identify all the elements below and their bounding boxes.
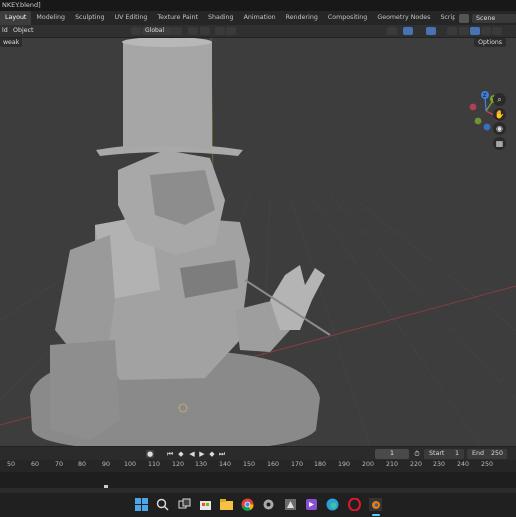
ruler-tick: 190 xyxy=(337,461,351,468)
play-icon[interactable]: ▶ xyxy=(198,450,206,458)
tab-shading[interactable]: Shading xyxy=(203,11,239,25)
scene-icon xyxy=(459,13,469,23)
timeline-header: ● ⏮ ◆ ◀ ▶ ◆ ⏭ 1 ⏱ Start 1 End 250 xyxy=(0,446,516,461)
current-frame-field[interactable]: 1 xyxy=(375,449,409,459)
viewport-scene xyxy=(0,37,516,446)
workspace-tabbar: Layout Modeling Sculpting UV Editing Tex… xyxy=(0,11,516,25)
show-gizmo-icon[interactable] xyxy=(403,27,413,35)
transform-orientation-icon[interactable] xyxy=(131,27,141,35)
jump-start-icon[interactable]: ⏮ xyxy=(166,450,174,458)
window-title: NKEY.blend] xyxy=(0,0,516,11)
ruler-tick: 230 xyxy=(432,461,446,468)
end-frame-field[interactable]: End 250 xyxy=(467,449,507,459)
opera-icon[interactable] xyxy=(348,498,361,511)
grid-view-icon[interactable]: ▦ xyxy=(493,137,506,150)
tab-modeling[interactable]: Modeling xyxy=(31,11,70,25)
tab-animation[interactable]: Animation xyxy=(239,11,281,25)
proportional-edit-icon[interactable] xyxy=(215,27,225,35)
model-left-hand xyxy=(50,340,120,440)
ruler-tick: 90 xyxy=(101,461,111,468)
visual-studio-icon[interactable] xyxy=(305,498,318,511)
end-label: End xyxy=(472,450,484,457)
hand-pan-icon[interactable]: ✋ xyxy=(493,108,506,121)
snap-toggle-icon[interactable] xyxy=(188,27,198,35)
ruler-tick: 60 xyxy=(30,461,40,468)
material-shading-icon[interactable] xyxy=(481,27,491,35)
edge-icon[interactable] xyxy=(326,498,339,511)
rendered-shading-icon[interactable] xyxy=(492,27,502,35)
file-explorer-icon[interactable] xyxy=(220,498,233,511)
ruler-tick: 80 xyxy=(77,461,87,468)
stopwatch-icon[interactable]: ⏱ xyxy=(413,450,421,458)
ruler-tick: 250 xyxy=(480,461,494,468)
start-label: Start xyxy=(429,450,445,457)
orientation-dropdown[interactable]: Global xyxy=(142,27,172,35)
blender-icon[interactable] xyxy=(369,498,382,511)
model-right-hand xyxy=(270,265,325,330)
ruler-tick: 70 xyxy=(54,461,64,468)
viewport-options-row: weak Options xyxy=(0,38,516,48)
ruler-tick: 140 xyxy=(218,461,232,468)
scene-selector[interactable]: Scene xyxy=(455,11,516,25)
tab-compositing[interactable]: Compositing xyxy=(323,11,372,25)
prev-keyframe-icon[interactable]: ◆ xyxy=(177,450,185,458)
next-keyframe-icon[interactable]: ◆ xyxy=(208,450,216,458)
snap-target-icon[interactable] xyxy=(200,27,210,35)
frame-ruler[interactable]: 50 60 70 80 90 100 110 120 130 140 150 1… xyxy=(0,460,516,472)
tab-uv-editing[interactable]: UV Editing xyxy=(109,11,152,25)
snap-mode-dropdown[interactable]: weak xyxy=(0,38,23,47)
tab-sculpting[interactable]: Sculpting xyxy=(70,11,109,25)
ruler-tick: 210 xyxy=(385,461,399,468)
task-view-icon[interactable] xyxy=(178,498,191,511)
ruler-tick: 170 xyxy=(290,461,304,468)
falloff-icon[interactable] xyxy=(226,27,236,35)
add-menu[interactable]: ld xyxy=(2,25,8,37)
ruler-tick: 200 xyxy=(361,461,375,468)
jump-end-icon[interactable]: ⏭ xyxy=(218,450,226,458)
app-icon[interactable] xyxy=(284,498,297,511)
tab-rendering[interactable]: Rendering xyxy=(281,11,323,25)
start-value: 1 xyxy=(454,450,459,457)
tab-layout[interactable]: Layout xyxy=(0,11,32,25)
settings-gear-icon[interactable] xyxy=(262,498,275,511)
viewport-header: ld Object Global xyxy=(0,25,516,38)
object-menu[interactable]: Object xyxy=(13,25,34,37)
model-left-arm xyxy=(55,235,115,355)
solid-shading-icon[interactable] xyxy=(470,27,480,35)
search-icon[interactable] xyxy=(156,498,169,511)
ruler-tick: 120 xyxy=(171,461,185,468)
windows-start-icon[interactable] xyxy=(135,498,148,511)
ruler-tick: 240 xyxy=(456,461,470,468)
tab-geometry-nodes[interactable]: Geometry Nodes xyxy=(372,11,435,25)
timeline-area[interactable] xyxy=(0,472,516,488)
end-value: 250 xyxy=(490,450,503,457)
ruler-tick: 130 xyxy=(194,461,208,468)
show-overlays-icon[interactable] xyxy=(426,27,436,35)
store-icon[interactable] xyxy=(199,498,212,511)
svg-text:Z: Z xyxy=(483,93,487,99)
play-reverse-icon[interactable]: ◀ xyxy=(188,450,196,458)
ruler-tick: 220 xyxy=(409,461,423,468)
ruler-tick: 110 xyxy=(147,461,161,468)
object-type-visibility-icon[interactable] xyxy=(387,27,397,35)
pivot-icon[interactable] xyxy=(172,27,182,35)
ruler-tick: 180 xyxy=(313,461,327,468)
ruler-tick: 150 xyxy=(242,461,256,468)
scene-name[interactable]: Scene xyxy=(472,13,516,23)
3d-viewport[interactable]: X Y Z ⌕ ✋ ◉ ▦ xyxy=(0,37,516,446)
model-hat-top xyxy=(123,42,212,150)
options-dropdown[interactable]: Options xyxy=(474,38,506,47)
zoom-icon[interactable]: ⌕ xyxy=(493,93,506,106)
tab-texture-paint[interactable]: Texture Paint xyxy=(152,11,203,25)
record-icon[interactable]: ● xyxy=(146,450,154,458)
start-frame-field[interactable]: Start 1 xyxy=(424,449,464,459)
ruler-tick: 50 xyxy=(6,461,16,468)
camera-icon[interactable]: ◉ xyxy=(493,122,506,135)
windows-taskbar xyxy=(0,492,516,517)
chrome-icon[interactable] xyxy=(241,498,254,511)
ruler-tick: 160 xyxy=(266,461,280,468)
wireframe-shading-icon[interactable] xyxy=(459,27,469,35)
ruler-tick: 100 xyxy=(123,461,137,468)
xray-toggle-icon[interactable] xyxy=(447,27,457,35)
